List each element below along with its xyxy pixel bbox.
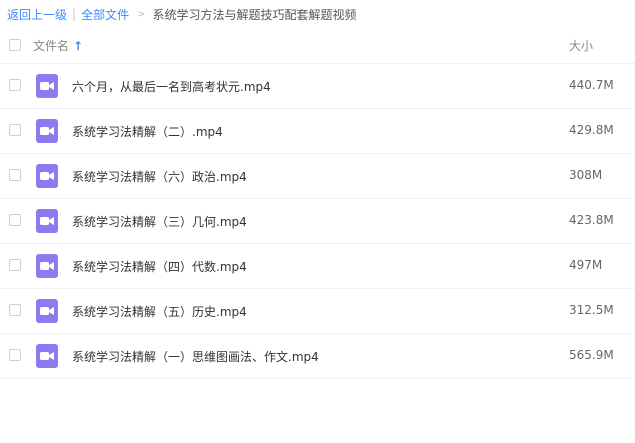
file-size: 312.5M bbox=[569, 303, 614, 317]
breadcrumb-arrow-icon: > bbox=[137, 8, 146, 20]
select-all-checkbox[interactable] bbox=[9, 39, 21, 51]
file-row[interactable]: 六个月，从最后一名到高考状元.mp4 440.7M bbox=[0, 64, 635, 109]
file-checkbox[interactable] bbox=[9, 79, 21, 91]
file-size: 565.9M bbox=[569, 348, 614, 362]
video-file-icon bbox=[36, 209, 58, 233]
video-file-icon bbox=[36, 119, 58, 143]
file-list: 六个月，从最后一名到高考状元.mp4 440.7M 系统学习法精解（二）.mp4 42… bbox=[0, 64, 635, 379]
file-checkbox[interactable] bbox=[9, 259, 21, 271]
file-checkbox[interactable] bbox=[9, 349, 21, 361]
video-file-icon bbox=[36, 344, 58, 368]
video-file-icon bbox=[36, 74, 58, 98]
name-column-label: 文件名 bbox=[33, 39, 70, 53]
file-name[interactable]: 系统学习法精解（四）代数.mp4 bbox=[72, 258, 247, 275]
file-row[interactable]: 系统学习法精解（一）思维图画法、作文.mp4 565.9M bbox=[0, 334, 635, 379]
file-size: 423.8M bbox=[569, 213, 614, 227]
file-size: 497M bbox=[569, 258, 603, 272]
video-file-icon bbox=[36, 299, 58, 323]
file-row[interactable]: 系统学习法精解（四）代数.mp4 497M bbox=[0, 244, 635, 289]
video-file-icon bbox=[36, 254, 58, 278]
file-size: 429.8M bbox=[569, 123, 614, 137]
current-folder: 系统学习方法与解题技巧配套解题视频 bbox=[152, 7, 357, 22]
sort-ascending-icon[interactable]: ↑ bbox=[73, 39, 83, 53]
file-checkbox[interactable] bbox=[9, 304, 21, 316]
file-checkbox[interactable] bbox=[9, 124, 21, 136]
file-name[interactable]: 系统学习法精解（二）.mp4 bbox=[72, 123, 223, 140]
list-header: 文件名 ↑ 大小 bbox=[0, 30, 635, 64]
file-name[interactable]: 系统学习法精解（五）历史.mp4 bbox=[72, 303, 247, 320]
breadcrumb: 返回上一级 | 全部文件 > 系统学习方法与解题技巧配套解题视频 bbox=[7, 5, 356, 23]
size-column-header[interactable]: 大小 bbox=[569, 37, 593, 54]
file-row[interactable]: 系统学习法精解（二）.mp4 429.8M bbox=[0, 109, 635, 154]
all-files-link[interactable]: 全部文件 bbox=[81, 6, 129, 23]
file-row[interactable]: 系统学习法精解（三）几何.mp4 423.8M bbox=[0, 199, 635, 244]
file-row[interactable]: 系统学习法精解（六）政治.mp4 308M bbox=[0, 154, 635, 199]
file-browser: 返回上一级 | 全部文件 > 系统学习方法与解题技巧配套解题视频 文件名 ↑ 大… bbox=[0, 0, 635, 443]
file-size: 440.7M bbox=[569, 78, 614, 92]
file-size: 308M bbox=[569, 168, 603, 182]
video-file-icon bbox=[36, 164, 58, 188]
file-checkbox[interactable] bbox=[9, 169, 21, 181]
file-row[interactable]: 系统学习法精解（五）历史.mp4 312.5M bbox=[0, 289, 635, 334]
file-name[interactable]: 系统学习法精解（六）政治.mp4 bbox=[72, 168, 247, 185]
name-column-header[interactable]: 文件名 ↑ bbox=[33, 37, 83, 54]
file-name[interactable]: 系统学习法精解（一）思维图画法、作文.mp4 bbox=[72, 348, 319, 365]
back-link[interactable]: 返回上一级 bbox=[7, 6, 67, 23]
file-name[interactable]: 六个月，从最后一名到高考状元.mp4 bbox=[72, 78, 271, 95]
breadcrumb-separator: | bbox=[72, 7, 77, 21]
file-checkbox[interactable] bbox=[9, 214, 21, 226]
file-name[interactable]: 系统学习法精解（三）几何.mp4 bbox=[72, 213, 247, 230]
